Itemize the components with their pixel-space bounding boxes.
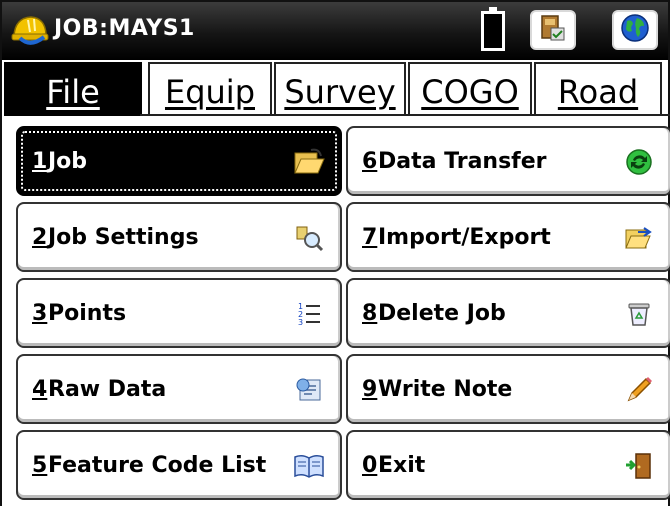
menu-shortcut-number: 8 [362, 301, 378, 326]
menu-item-label: Points [48, 301, 127, 326]
title-bar: JOB:MAYS1 [2, 2, 668, 60]
tab-survey[interactable]: Survey [274, 62, 406, 114]
feature-code-list-button[interactable]: 5 Feature Code List [16, 430, 342, 500]
menu-shortcut-number: 9 [362, 377, 378, 402]
menu-item-label: Import/Export [378, 225, 551, 250]
tab-divider [140, 114, 670, 116]
instrument-status-button[interactable] [530, 10, 576, 50]
menu-item-label: Data Transfer [378, 149, 547, 174]
menu-shortcut-number: 6 [362, 149, 378, 174]
tab-label: File [46, 73, 100, 111]
file-menu-grid: 1 Job 2 Job Settings 3 Points 123 4 Raw … [2, 118, 670, 506]
exit-button[interactable]: 0 Exit [346, 430, 670, 500]
menu-shortcut-number: 5 [32, 453, 48, 478]
globe-icon [620, 13, 650, 47]
globe-button[interactable] [612, 10, 658, 50]
menu-item-label: Write Note [378, 377, 513, 402]
tab-label: Road [557, 73, 639, 111]
raw-data-icon [292, 373, 326, 407]
tab-label: Equip [164, 73, 255, 111]
folder-export-icon [622, 221, 656, 255]
pencil-icon [622, 373, 656, 407]
tab-label: Survey [284, 73, 396, 111]
menu-shortcut-number: 4 [32, 377, 48, 402]
job-settings-button[interactable]: 2 Job Settings [16, 202, 342, 272]
menu-tabs: File Equip Survey COGO Road [2, 62, 668, 116]
recycle-bin-icon [622, 297, 656, 331]
tab-road[interactable]: Road [534, 62, 662, 114]
raw-data-button[interactable]: 4 Raw Data [16, 354, 342, 424]
menu-shortcut-number: 2 [32, 225, 48, 250]
menu-shortcut-number: 3 [32, 301, 48, 326]
svg-text:3: 3 [298, 318, 303, 327]
tab-cogo[interactable]: COGO [408, 62, 532, 114]
menu-shortcut-number: 1 [32, 149, 48, 174]
points-button[interactable]: 3 Points 123 [16, 278, 342, 348]
data-transfer-button[interactable]: 6 Data Transfer [346, 126, 670, 196]
menu-item-label: Delete Job [378, 301, 506, 326]
window-title: JOB:MAYS1 [54, 16, 195, 41]
instrument-status-icon [539, 14, 567, 46]
menu-item-label: Job [48, 149, 88, 174]
book-icon [292, 449, 326, 483]
battery-icon [481, 7, 505, 51]
menu-shortcut-number: 7 [362, 225, 378, 250]
job-button[interactable]: 1 Job [16, 126, 342, 196]
folder-open-icon [292, 145, 326, 179]
menu-item-label: Raw Data [48, 377, 167, 402]
tab-file[interactable]: File [4, 62, 142, 116]
menu-shortcut-number: 0 [362, 453, 378, 478]
menu-item-label: Job Settings [48, 225, 199, 250]
menu-item-label: Feature Code List [48, 453, 267, 478]
tab-label: COGO [421, 73, 519, 111]
import-export-button[interactable]: 7 Import/Export [346, 202, 670, 272]
exit-door-icon [622, 449, 656, 483]
numbered-list-icon: 123 [292, 297, 326, 331]
sync-icon [622, 145, 656, 179]
write-note-button[interactable]: 9 Write Note [346, 354, 670, 424]
menu-item-label: Exit [378, 453, 426, 478]
hardhat-logo-icon [10, 12, 50, 52]
settings-magnifier-icon [292, 221, 326, 255]
tab-equip[interactable]: Equip [148, 62, 272, 114]
delete-job-button[interactable]: 8 Delete Job [346, 278, 670, 348]
